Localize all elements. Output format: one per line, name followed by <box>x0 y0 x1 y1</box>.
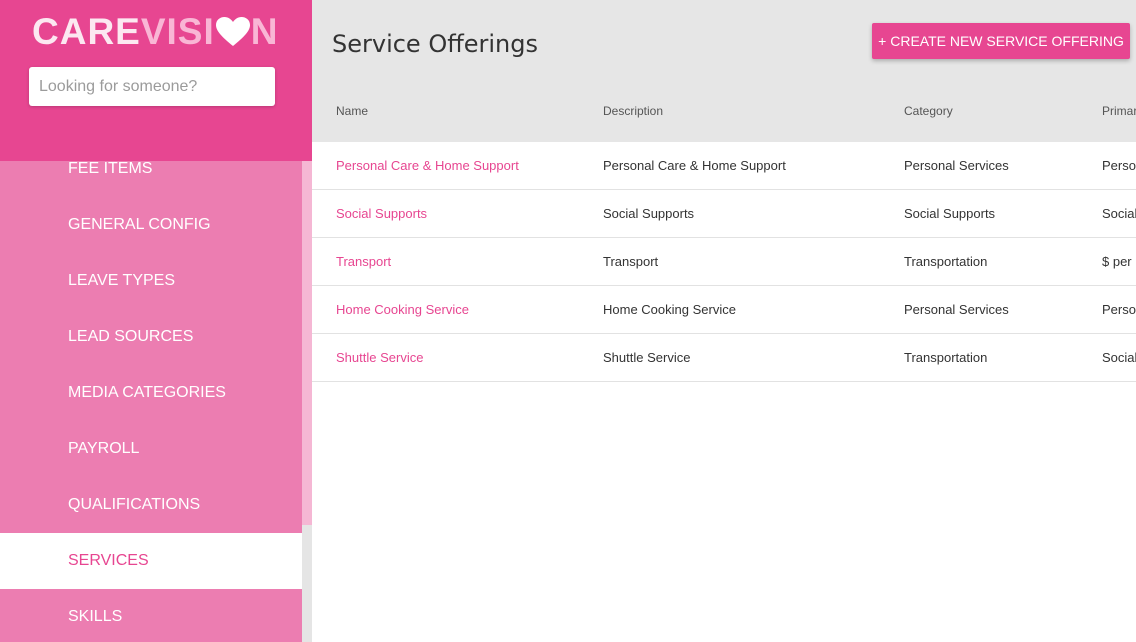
table-row[interactable]: Transport Transport Transportation $ per <box>312 238 1136 286</box>
table-cell-primary: Social <box>1102 350 1136 365</box>
table-cell-primary: $ per <box>1102 254 1132 269</box>
table-cell-description: Home Cooking Service <box>603 302 736 317</box>
table-cell-description: Personal Care & Home Support <box>603 158 786 173</box>
table-cell-primary: Social <box>1102 206 1136 221</box>
table-cell-primary: Perso <box>1102 302 1136 317</box>
sidebar-item-leave-types[interactable]: LEAVE TYPES <box>0 253 302 309</box>
service-name-link[interactable]: Transport <box>336 238 391 286</box>
sidebar-nav: FEE ITEMS GENERAL CONFIG LEAVE TYPES LEAD S… <box>0 141 302 642</box>
service-name-link[interactable]: Social Supports <box>336 190 427 238</box>
sidebar-header: CARE VISI N <box>0 0 312 161</box>
create-service-offering-button[interactable]: + CREATE NEW SERVICE OFFERING <box>872 23 1130 59</box>
table-cell-category: Transportation <box>904 350 988 365</box>
table-cell-primary: Perso <box>1102 158 1136 173</box>
heart-icon <box>215 17 250 46</box>
page-title: Service Offerings <box>332 30 539 58</box>
main-content: Service Offerings + CREATE NEW SERVICE O… <box>312 0 1136 642</box>
sidebar-item-media-categories[interactable]: MEDIA CATEGORIES <box>0 365 302 421</box>
table-row[interactable]: Home Cooking Service Home Cooking Service… <box>312 286 1136 334</box>
service-name-link[interactable]: Personal Care & Home Support <box>336 142 519 190</box>
service-name-link[interactable]: Home Cooking Service <box>336 286 469 334</box>
sidebar-item-fee-items[interactable]: FEE ITEMS <box>0 141 302 197</box>
carevision-logo[interactable]: CARE VISI N <box>32 10 279 54</box>
table-row[interactable]: Personal Care & Home Support Personal Car… <box>312 142 1136 190</box>
sidebar-item-services[interactable]: SERVICES <box>0 533 302 589</box>
table-cell-category: Personal Services <box>904 302 1009 317</box>
sidebar-scrollbar-thumb[interactable] <box>302 161 312 525</box>
search-input[interactable] <box>29 67 275 106</box>
sidebar-item-qualifications[interactable]: QUALIFICATIONS <box>0 477 302 533</box>
table-cell-category: Personal Services <box>904 158 1009 173</box>
sidebar-item-lead-sources[interactable]: LEAD SOURCES <box>0 309 302 365</box>
column-header-description[interactable]: Description <box>603 104 663 118</box>
sidebar: CARE VISI N FEE ITEMSGENERAL CONFIGLEAVE… <box>0 0 312 642</box>
logo-text-care: CARE <box>32 11 141 52</box>
table-cell-description: Transport <box>603 254 659 269</box>
sidebar-item-payroll[interactable]: PAYROLL <box>0 421 302 477</box>
table-row[interactable]: Social Supports Social Supports Social Sup… <box>312 190 1136 238</box>
sidebar-scrollbar-track[interactable] <box>302 525 312 642</box>
sidebar-item-general-config[interactable]: GENERAL CONFIG <box>0 197 302 253</box>
table-cell-description: Shuttle Service <box>603 350 691 365</box>
column-header-primary[interactable]: Primar <box>1102 104 1136 118</box>
table-row[interactable]: Shuttle Service Shuttle Service Transporta… <box>312 334 1136 382</box>
table-cell-category: Transportation <box>904 254 988 269</box>
page-header: Service Offerings + CREATE NEW SERVICE O… <box>312 0 1136 142</box>
logo-text-visi: VISI <box>140 11 215 52</box>
table-cell-description: Social Supports <box>603 206 695 221</box>
sidebar-item-skills[interactable]: SKILLS <box>0 589 302 642</box>
column-header-category[interactable]: Category <box>904 104 953 118</box>
service-name-link[interactable]: Shuttle Service <box>336 334 423 382</box>
column-header-name[interactable]: Name <box>336 104 368 118</box>
table-cell-category: Social Supports <box>904 206 996 221</box>
logo-text-n: N <box>250 11 279 52</box>
